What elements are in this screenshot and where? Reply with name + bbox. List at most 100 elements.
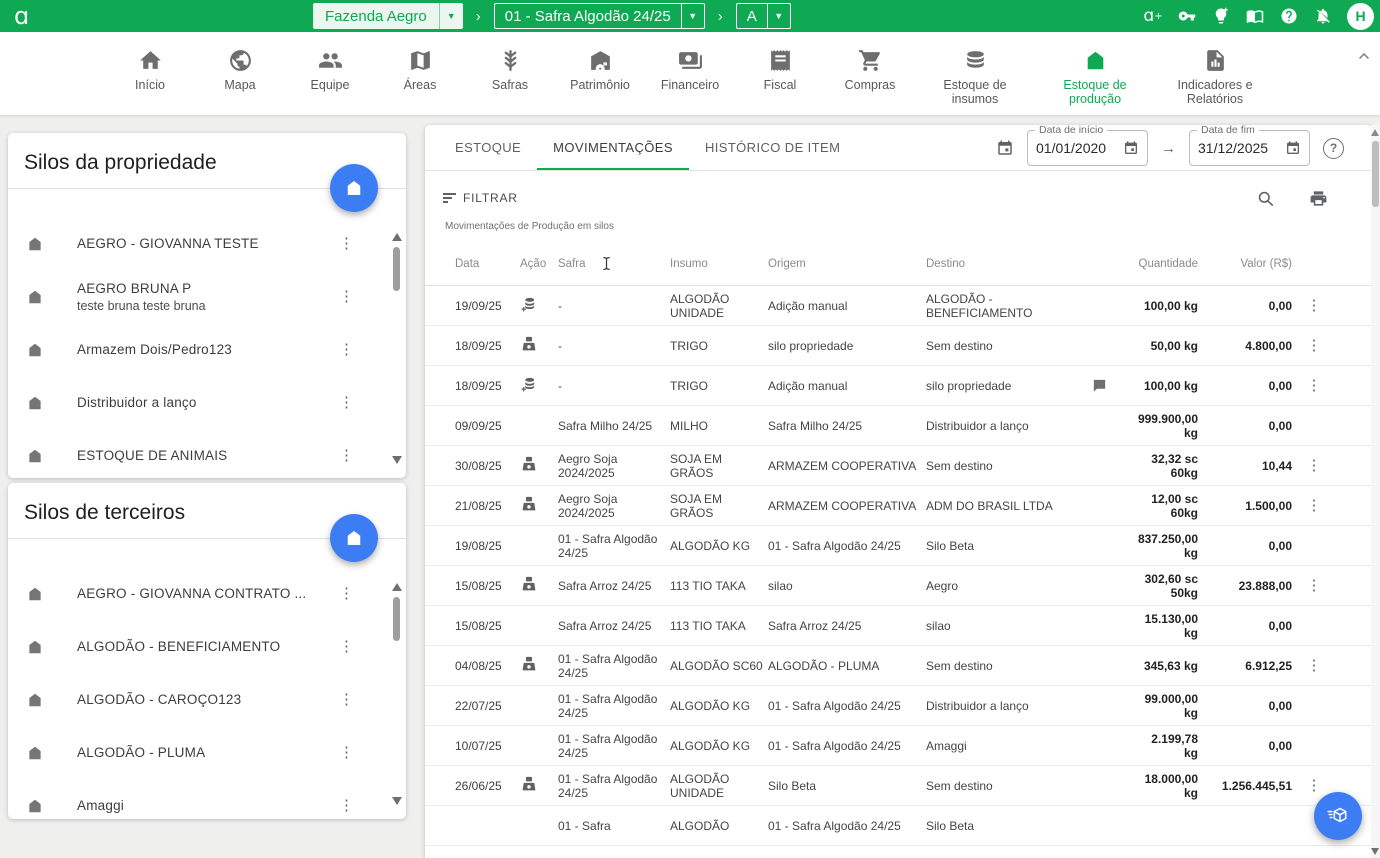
- tab-historico-de-item[interactable]: HISTÓRICO DE ITEM: [689, 125, 856, 170]
- search-icon[interactable]: [1256, 189, 1275, 208]
- filter-button[interactable]: FILTRAR: [443, 191, 518, 205]
- key-icon[interactable]: [1177, 6, 1197, 26]
- scroll-down-icon[interactable]: [1371, 848, 1379, 855]
- row-menu-icon[interactable]: ⋮: [1307, 377, 1322, 394]
- chevron-down-icon[interactable]: ▼: [681, 4, 704, 28]
- row-menu-icon[interactable]: ⋮: [1307, 457, 1322, 474]
- nav-item-financeiro[interactable]: Financeiro: [659, 45, 721, 106]
- table-row[interactable]: 18/09/25 - TRIGO silo propriedade Sem de…: [425, 326, 1372, 366]
- date-end-field[interactable]: Data de fim 31/12/2025: [1189, 130, 1310, 166]
- farm-selector[interactable]: Fazenda Aegro ▼: [313, 3, 463, 29]
- silo-list-item[interactable]: ALGODÃO - CAROÇO123 ⋮: [8, 673, 406, 726]
- nav-item-indicadores[interactable]: Indicadores e Relatórios: [1169, 45, 1261, 106]
- print-icon[interactable]: [1309, 189, 1328, 208]
- silo-list-item[interactable]: AEGRO BRUNA P teste bruna teste bruna ⋮: [8, 270, 406, 323]
- table-row[interactable]: 01 - Safra ALGODÃO 01 - Safra Algodão 24…: [425, 806, 1372, 846]
- aegro-plus-icon[interactable]: ɑ+: [1143, 6, 1163, 26]
- table-row[interactable]: 21/08/25 Aegro Soja 2024/2025 SOJA EM GR…: [425, 486, 1372, 526]
- date-end-value[interactable]: 31/12/2025: [1198, 140, 1285, 156]
- nav-item-inicio[interactable]: Início: [119, 45, 181, 106]
- scrollbar-thumb[interactable]: [393, 247, 400, 291]
- date-start-field[interactable]: Data de início 01/01/2020: [1027, 130, 1148, 166]
- scroll-up-icon[interactable]: [1371, 129, 1379, 136]
- note-flag-icon[interactable]: [1091, 377, 1108, 394]
- item-menu-icon[interactable]: ⋮: [339, 746, 354, 760]
- help-icon[interactable]: [1279, 6, 1299, 26]
- page-scrollbar[interactable]: [1371, 125, 1380, 858]
- row-menu-icon[interactable]: ⋮: [1307, 337, 1322, 354]
- collapse-nav-icon[interactable]: [1356, 48, 1372, 69]
- table-row[interactable]: 26/06/25 01 - Safra Algodão 24/25 ALGODÃ…: [425, 766, 1372, 806]
- item-menu-icon[interactable]: ⋮: [339, 693, 354, 707]
- nav-item-equipe[interactable]: Equipe: [299, 45, 361, 106]
- calendar-icon[interactable]: [996, 139, 1014, 157]
- chevron-down-icon[interactable]: ▼: [767, 4, 790, 28]
- table-row[interactable]: 18/09/25 - TRIGO Adição manual silo prop…: [425, 366, 1372, 406]
- table-row[interactable]: 15/08/25 Safra Arroz 24/25 113 TIO TAKA …: [425, 566, 1372, 606]
- table-row[interactable]: 09/09/25 Safra Milho 24/25 MILHO Safra M…: [425, 406, 1372, 446]
- harvest-selector[interactable]: 01 - Safra Algodão 24/25 ▼: [494, 3, 705, 29]
- list-scrollbar[interactable]: [391, 233, 403, 464]
- table-row[interactable]: 19/09/25 - ALGODÃO UNIDADE Adição manual…: [425, 286, 1372, 326]
- row-menu-icon[interactable]: ⋮: [1307, 777, 1322, 794]
- nav-item-safras[interactable]: Safras: [479, 45, 541, 106]
- table-row[interactable]: 30/08/25 Aegro Soja 2024/2025 SOJA EM GR…: [425, 446, 1372, 486]
- list-scrollbar[interactable]: [391, 583, 403, 805]
- calendar-icon[interactable]: [1285, 140, 1301, 156]
- notifications-off-icon[interactable]: [1313, 6, 1333, 26]
- item-menu-icon[interactable]: ⋮: [339, 290, 354, 304]
- silo-list-item[interactable]: Amaggi ⋮: [8, 779, 406, 832]
- user-avatar[interactable]: H: [1347, 3, 1374, 30]
- silo-list-item[interactable]: Armazem Dois/Pedro123 ⋮: [8, 323, 406, 376]
- tab-estoque[interactable]: ESTOQUE: [439, 125, 537, 170]
- scroll-up-icon[interactable]: [392, 233, 402, 241]
- item-menu-icon[interactable]: ⋮: [339, 237, 354, 251]
- item-menu-icon[interactable]: ⋮: [339, 449, 354, 463]
- silo-list-item[interactable]: AEGRO - GIOVANNA TESTE ⋮: [8, 217, 406, 270]
- nav-item-mapa[interactable]: Mapa: [209, 45, 271, 106]
- scroll-up-icon[interactable]: [392, 583, 402, 591]
- nav-item-patrimonio[interactable]: Patrimônio: [569, 45, 631, 106]
- tab-movimentacoes[interactable]: MOVIMENTAÇÕES: [537, 125, 689, 170]
- item-menu-icon[interactable]: ⋮: [339, 343, 354, 357]
- add-silo-button[interactable]: [330, 164, 378, 212]
- chevron-down-icon[interactable]: ▼: [439, 3, 463, 29]
- nav-item-estoque-insumos[interactable]: Estoque de insumos: [929, 45, 1021, 106]
- item-menu-icon[interactable]: ⋮: [339, 587, 354, 601]
- calendar-icon[interactable]: [1123, 140, 1139, 156]
- silo-list-item[interactable]: AEGRO - GIOVANNA CONTRATO ... ⋮: [8, 567, 406, 620]
- table-row[interactable]: 04/08/25 01 - Safra Algodão 24/25 ALGODÃ…: [425, 646, 1372, 686]
- scroll-down-icon[interactable]: [392, 797, 402, 805]
- item-menu-icon[interactable]: ⋮: [339, 799, 354, 813]
- cell-insumo: MILHO: [670, 419, 768, 433]
- table-row[interactable]: 15/08/25 Safra Arroz 24/25 113 TIO TAKA …: [425, 606, 1372, 646]
- plot-selector[interactable]: A ▼: [736, 3, 791, 29]
- nav-item-fiscal[interactable]: Fiscal: [749, 45, 811, 106]
- item-menu-icon[interactable]: ⋮: [339, 640, 354, 654]
- nav-item-areas[interactable]: Áreas: [389, 45, 451, 106]
- row-menu-icon[interactable]: ⋮: [1307, 497, 1322, 514]
- silo-list-item[interactable]: Distribuidor a lanço ⋮: [8, 376, 406, 429]
- item-menu-icon[interactable]: ⋮: [339, 396, 354, 410]
- scrollbar-thumb[interactable]: [393, 597, 400, 641]
- silo-list-item[interactable]: ALGODÃO - PLUMA ⋮: [8, 726, 406, 779]
- silo-list-item[interactable]: ALGODÃO - BENEFICIAMENTO ⋮: [8, 620, 406, 673]
- table-row[interactable]: 22/07/25 01 - Safra Algodão 24/25 ALGODÃ…: [425, 686, 1372, 726]
- scrollbar-thumb[interactable]: [1372, 141, 1379, 207]
- help-outline-icon[interactable]: ?: [1323, 138, 1344, 159]
- date-start-value[interactable]: 01/01/2020: [1036, 140, 1123, 156]
- lightbulb-plus-icon[interactable]: [1211, 6, 1231, 26]
- book-icon[interactable]: [1245, 6, 1265, 26]
- scroll-down-icon[interactable]: [392, 456, 402, 464]
- silo-list-item[interactable]: ESTOQUE DE ANIMAIS ⋮: [8, 429, 406, 482]
- add-silo-button[interactable]: [330, 514, 378, 562]
- nav-item-estoque-producao[interactable]: Estoque de produção: [1049, 45, 1141, 106]
- new-movement-button[interactable]: [1314, 792, 1362, 840]
- row-menu-icon[interactable]: ⋮: [1307, 577, 1322, 594]
- table-row[interactable]: 10/07/25 01 - Safra Algodão 24/25 ALGODÃ…: [425, 726, 1372, 766]
- row-menu-icon[interactable]: ⋮: [1307, 297, 1322, 314]
- table-row[interactable]: 19/08/25 01 - Safra Algodão 24/25 ALGODÃ…: [425, 526, 1372, 566]
- aegro-logo-icon[interactable]: ɑ: [14, 1, 29, 31]
- nav-item-compras[interactable]: Compras: [839, 45, 901, 106]
- row-menu-icon[interactable]: ⋮: [1307, 657, 1322, 674]
